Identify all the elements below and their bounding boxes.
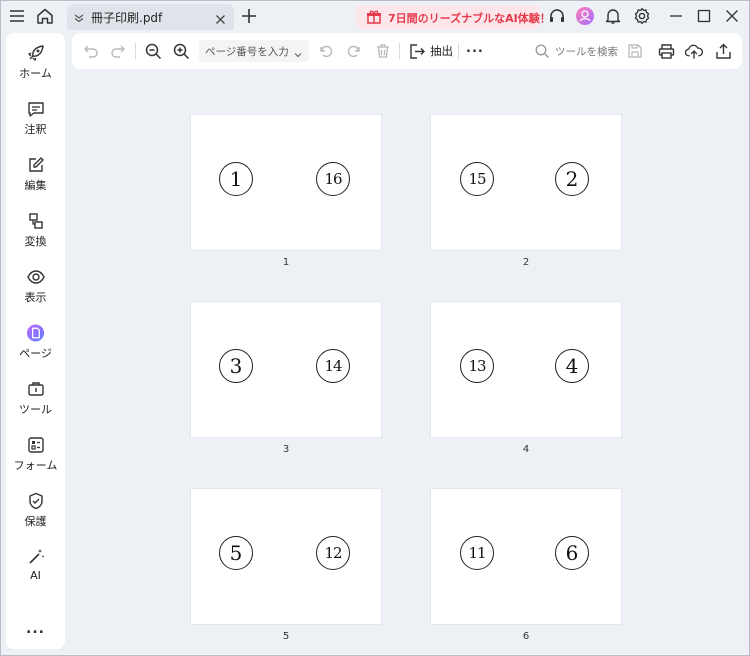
- rocket-icon: [26, 43, 45, 62]
- page-number-right: 12: [316, 536, 350, 570]
- close-window-icon[interactable]: [722, 6, 742, 26]
- page-thumbnail-4[interactable]: 13 4: [430, 301, 622, 438]
- settings-gear-icon[interactable]: [632, 6, 652, 26]
- menu-icon[interactable]: [7, 6, 27, 26]
- main-toolbar: ページ番号を入力 抽出 ... ツールを検索: [72, 33, 742, 69]
- rotate-right-icon[interactable]: [345, 42, 363, 60]
- toolbar-divider: [458, 43, 459, 59]
- promo-banner[interactable]: 7日間のリーズナブルなAI体験！: [356, 5, 551, 29]
- page-number-left: 11: [460, 536, 494, 570]
- avatar[interactable]: [575, 6, 595, 26]
- sidebar-item-label: 編集: [24, 179, 47, 192]
- sidebar-item-edit[interactable]: 編集: [6, 155, 65, 205]
- page-number-right: 4: [555, 349, 589, 383]
- page-number-input[interactable]: ページ番号を入力: [199, 40, 309, 62]
- page-number-placeholder: ページ番号を入力: [205, 46, 289, 58]
- minimize-icon[interactable]: [666, 6, 686, 26]
- sidebar-item-ai[interactable]: AI: [6, 547, 65, 597]
- sidebar-item-label: 表示: [24, 291, 47, 304]
- page-number-right: 6: [555, 536, 589, 570]
- page-thumbnail-5[interactable]: 5 12: [190, 488, 382, 625]
- gift-icon: [366, 9, 382, 29]
- page-number-left: 13: [460, 349, 494, 383]
- page-label: 6: [522, 631, 530, 642]
- bell-icon[interactable]: [603, 6, 623, 26]
- zoom-out-icon[interactable]: [144, 42, 162, 60]
- page-number-left: 15: [460, 162, 494, 196]
- page-icon: [26, 323, 45, 342]
- extract-button-label[interactable]: 抽出: [430, 43, 453, 59]
- rotate-left-icon[interactable]: [317, 42, 335, 60]
- sidebar-item-label: 注釈: [24, 123, 47, 136]
- sidebar-item-view[interactable]: 表示: [6, 267, 65, 317]
- sidebar-item-label: ページ: [19, 347, 52, 360]
- more-options-button[interactable]: ...: [466, 41, 484, 56]
- home-icon[interactable]: [35, 6, 55, 26]
- page-label: 5: [282, 631, 290, 642]
- undo-icon[interactable]: [82, 42, 100, 60]
- new-tab-icon[interactable]: [239, 6, 259, 26]
- page-thumbnail-1[interactable]: 1 16: [190, 114, 382, 251]
- sidebar-item-label: ホーム: [19, 67, 52, 80]
- extract-icon[interactable]: [408, 42, 426, 60]
- shield-icon: [26, 491, 45, 510]
- eye-icon: [26, 267, 45, 286]
- sidebar-item-label: AI: [30, 569, 41, 582]
- edit-icon: [26, 155, 45, 174]
- page-number-left: 3: [219, 349, 253, 383]
- document-tab[interactable]: 冊子印刷.pdf: [67, 4, 234, 30]
- sidebar-item-protect[interactable]: 保護: [6, 491, 65, 541]
- page-number-right: 16: [316, 162, 350, 196]
- close-tab-icon[interactable]: [215, 10, 226, 29]
- sidebar-item-label: 保護: [24, 515, 47, 528]
- headset-icon[interactable]: [547, 6, 567, 26]
- promo-text: 7日間のリーズナブルなAI体験！: [388, 12, 551, 25]
- trash-icon[interactable]: [374, 42, 392, 60]
- sidebar-item-label: ツール: [19, 403, 52, 416]
- sidebar-item-label: 変換: [24, 235, 47, 248]
- print-icon[interactable]: [657, 42, 675, 60]
- page-label: 4: [522, 444, 530, 455]
- sidebar-item-home[interactable]: ホーム: [6, 43, 65, 93]
- sidebar-item-label: フォーム: [13, 459, 58, 472]
- toolbar-divider: [399, 43, 400, 59]
- tab-title: 冊子印刷.pdf: [91, 11, 163, 25]
- page-label: 3: [282, 444, 290, 455]
- maximize-icon[interactable]: [694, 6, 714, 26]
- tool-search-input[interactable]: ツールを検索: [555, 44, 618, 59]
- page-thumbnail-6[interactable]: 11 6: [430, 488, 622, 625]
- sidebar-item-convert[interactable]: 変換: [6, 211, 65, 261]
- page-thumbnail-2[interactable]: 15 2: [430, 114, 622, 251]
- save-icon[interactable]: [626, 42, 644, 60]
- comment-icon: [26, 99, 45, 118]
- zoom-in-icon[interactable]: [172, 42, 190, 60]
- toolbar-divider: [135, 43, 136, 59]
- form-icon: [26, 435, 45, 454]
- page-label: 1: [282, 257, 290, 268]
- page-number-left: 5: [219, 536, 253, 570]
- sidebar-more-button[interactable]: ...: [6, 621, 65, 637]
- sidebar-item-annotate[interactable]: 注釈: [6, 99, 65, 149]
- sidebar-item-tools[interactable]: ツール: [6, 379, 65, 429]
- left-sidebar: ホーム 注釈 編集 変換 表示 ページ ツール フォーム 保護 AI ...: [6, 33, 65, 649]
- chevron-down-icon[interactable]: [293, 45, 303, 64]
- title-bar: 冊子印刷.pdf 7日間のリーズナブルなAI体験！: [0, 0, 750, 32]
- page-thumbnail-3[interactable]: 3 14: [190, 301, 382, 438]
- page-number-right: 14: [316, 349, 350, 383]
- page-number-right: 2: [555, 162, 589, 196]
- magic-wand-icon: [26, 547, 45, 566]
- toolbox-icon: [26, 379, 45, 398]
- sidebar-item-page[interactable]: ページ: [6, 323, 65, 373]
- share-icon[interactable]: [714, 42, 732, 60]
- chevron-down-icon[interactable]: [73, 9, 85, 28]
- page-number-left: 1: [219, 162, 253, 196]
- convert-icon: [26, 211, 45, 230]
- page-label: 2: [522, 257, 530, 268]
- redo-icon[interactable]: [109, 42, 127, 60]
- cloud-upload-icon[interactable]: [685, 42, 703, 60]
- sidebar-item-form[interactable]: フォーム: [6, 435, 65, 485]
- search-icon[interactable]: [533, 42, 551, 60]
